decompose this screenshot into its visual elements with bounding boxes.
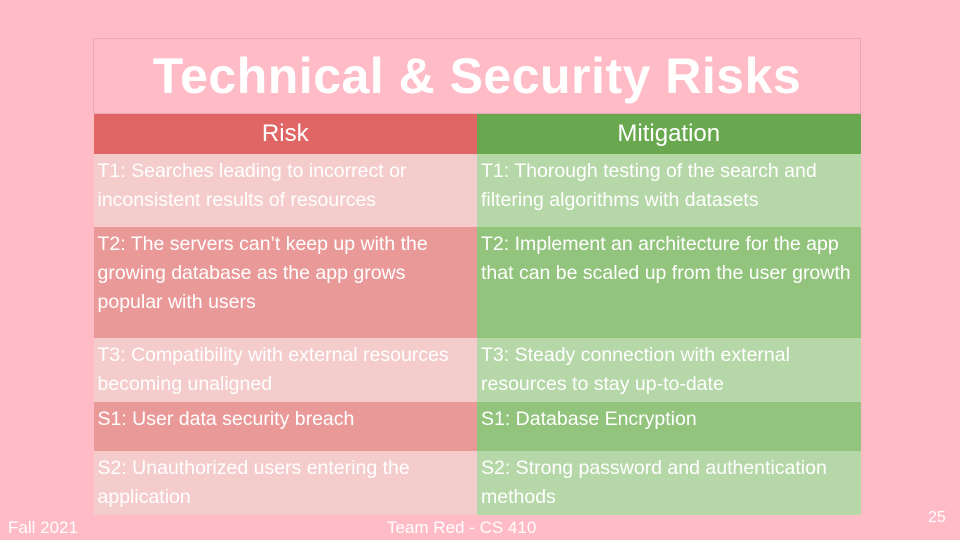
table-row: T1: Searches leading to incorrect or inc…	[93, 154, 861, 227]
mitigation-cell-t2: T2: Implement an architecture for the ap…	[477, 227, 861, 338]
mitigation-column-header: Mitigation	[477, 113, 861, 154]
risk-cell-s1: S1: User data security breach	[93, 402, 477, 451]
footer-term: Fall 2021	[8, 518, 78, 537]
slide-number: 25	[928, 509, 946, 526]
risks-table: Technical & Security Risks Risk Mitigati…	[93, 38, 861, 515]
header-row: Risk Mitigation	[93, 113, 861, 154]
risk-column-header: Risk	[93, 113, 477, 154]
table-row: T2: The servers can’t keep up with the g…	[93, 227, 861, 338]
table-row: S1: User data security breach S1: Databa…	[93, 402, 861, 451]
title-row: Technical & Security Risks	[93, 38, 861, 114]
risk-cell-t3: T3: Compatibility with external resource…	[93, 338, 477, 402]
table-row: T3: Compatibility with external resource…	[93, 338, 861, 402]
table-row: S2: Unauthorized users entering the appl…	[93, 451, 861, 515]
mitigation-cell-t1: T1: Thorough testing of the search and f…	[477, 154, 861, 227]
mitigation-cell-t3: T3: Steady connection with external reso…	[477, 338, 861, 402]
risk-cell-t1: T1: Searches leading to incorrect or inc…	[93, 154, 477, 227]
footer-team: Team Red - CS 410	[387, 518, 537, 537]
slide-title: Technical & Security Risks	[93, 38, 861, 114]
risk-cell-s2: S2: Unauthorized users entering the appl…	[93, 451, 477, 515]
mitigation-cell-s1: S1: Database Encryption	[477, 402, 861, 451]
risk-cell-t2: T2: The servers can’t keep up with the g…	[93, 227, 477, 338]
mitigation-cell-s2: S2: Strong password and authentication m…	[477, 451, 861, 515]
